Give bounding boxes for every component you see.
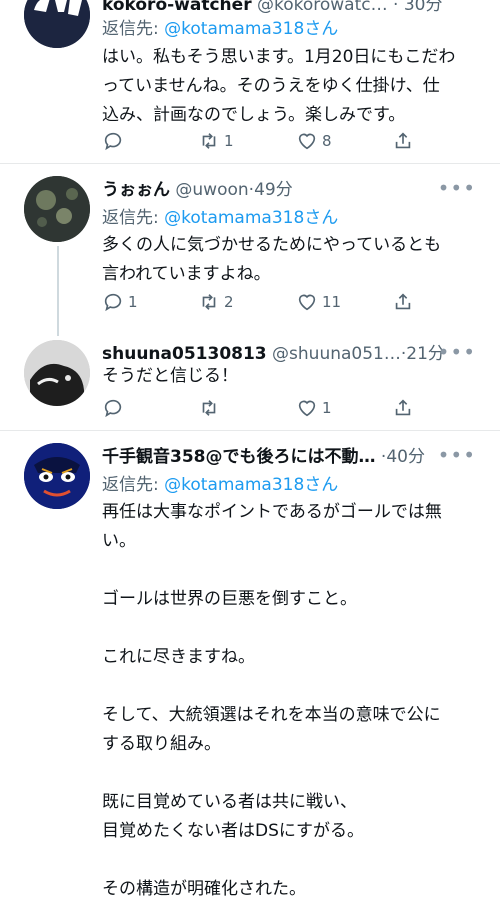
thread-connector-line (57, 246, 59, 336)
text-line: い。 (102, 531, 136, 551)
retweet-icon (202, 294, 216, 310)
text-line: 既に目覚めている者は共に戦い、 (102, 792, 357, 812)
share-button[interactable] (392, 288, 414, 316)
tweet-header: 千手観音358@でも後ろには不動… ·40分 (102, 442, 480, 467)
avatar[interactable] (24, 340, 90, 406)
text-line: する取り組み。 (102, 734, 221, 754)
text-line: っていませんね。そのうえをゆく仕掛け、仕 (102, 76, 440, 96)
share-icon (395, 293, 411, 310)
tweet-header: kokoro-watcher @kokorowatc… · 30分 (102, 0, 480, 15)
text-line: はい。私もそう思います。1月20日にもこだわ (102, 47, 456, 67)
retweet-icon (202, 133, 216, 149)
tweet-text: はい。私もそう思います。1月20日にもこだわ っていませんね。そのうえをゆく仕掛… (102, 43, 478, 130)
more-options-button[interactable]: ••• (438, 340, 476, 364)
reply-icon (104, 399, 122, 418)
avatar-fudo-image (24, 443, 90, 509)
text-line (102, 614, 478, 643)
user-handle[interactable]: @uwoon (175, 180, 248, 200)
user-handle[interactable]: @shuuna051… (272, 344, 401, 364)
reply-to: 返信先: @kotamama318さん (102, 203, 338, 228)
reply-to: 返信先: @kotamama318さん (102, 470, 338, 495)
reply-to-label: 返信先: (102, 208, 165, 228)
reply-icon (104, 293, 122, 312)
retweet-count: 2 (224, 293, 234, 311)
tweet-text: そうだと信じる！ (102, 362, 478, 391)
text-line: 再任は大事なポイントであるがゴールでは無 (102, 502, 442, 522)
tweet-header: shuuna05130813 @shuuna051…·21分 (102, 339, 480, 364)
reply-to-label: 返信先: (102, 475, 165, 495)
timestamp[interactable]: 40分 (386, 447, 425, 467)
display-name[interactable]: kokoro-watcher (102, 0, 252, 15)
share-button[interactable] (392, 394, 414, 422)
text-line (102, 846, 478, 875)
retweet-button[interactable] (198, 394, 224, 422)
reply-mention-link[interactable]: @kotamama318さん (164, 19, 338, 39)
like-button[interactable]: 8 (296, 127, 332, 155)
display-name[interactable]: うぉぉん (102, 180, 170, 200)
tweet-header: うぉぉん @uwoon·49分 (102, 175, 480, 200)
more-options-button[interactable]: ••• (438, 443, 476, 467)
share-icon (395, 132, 411, 149)
tweet-text: 再任は大事なポイントであるがゴールでは無 い。 ゴールは世界の巨悪を倒すこと。 … (102, 498, 478, 904)
text-line: 目覚めたくない者はDSにすがる。 (102, 821, 365, 841)
tweet-4[interactable]: 千手観音358@でも後ろには不動… ·40分 ••• 返信先: @kotamam… (0, 431, 500, 899)
reply-button[interactable] (102, 127, 128, 155)
text-line: その構造が明確化された。 (102, 879, 306, 899)
user-handle[interactable]: @kokorowatc… (257, 0, 388, 15)
timestamp[interactable]: 30分 (404, 0, 443, 15)
avatar-cat-image (24, 340, 90, 406)
like-button[interactable]: 11 (296, 288, 341, 316)
like-button[interactable]: 1 (296, 394, 332, 422)
reply-button[interactable] (102, 394, 128, 422)
tweet-text: 多くの人に気づかせるためにやっているとも 言われていますよね。 (102, 231, 478, 289)
text-line (102, 759, 478, 788)
text-line: これに尽きますね。 (102, 647, 255, 667)
retweet-count: 1 (224, 132, 234, 150)
text-line: ゴールは世界の巨悪を倒すこと。 (102, 589, 357, 609)
avatar-logo-image (24, 0, 90, 48)
tweet-actions: 1 8 (102, 127, 432, 155)
text-line: 込み、計画なのでしょう。楽しみです。 (102, 105, 406, 125)
avatar-water-image (24, 176, 90, 242)
heart-icon (298, 294, 316, 311)
reply-mention-link[interactable]: @kotamama318さん (164, 208, 338, 228)
timestamp[interactable]: 49分 (254, 180, 293, 200)
display-name[interactable]: shuuna05130813 (102, 344, 267, 364)
reply-to-label: 返信先: (102, 19, 165, 39)
like-count: 1 (322, 399, 332, 417)
share-button[interactable] (392, 127, 414, 155)
display-name[interactable]: 千手観音358@でも後ろには不動… (102, 447, 376, 467)
text-line: 言われていますよね。 (102, 264, 271, 284)
retweet-button[interactable]: 1 (198, 127, 234, 155)
heart-icon (298, 133, 316, 150)
more-options-button[interactable]: ••• (438, 176, 476, 200)
reply-icon (104, 132, 122, 151)
reply-to: 返信先: @kotamama318さん (102, 14, 338, 39)
tweet-1[interactable]: kokoro-watcher @kokorowatc… · 30分 返信先: @… (0, 0, 500, 162)
tweet-3[interactable]: shuuna05130813 @shuuna051…·21分 ••• そうだと信… (0, 330, 500, 430)
retweet-button[interactable]: 2 (198, 288, 234, 316)
like-count: 8 (322, 132, 332, 150)
tweet-2[interactable]: うぉぉん @uwoon·49分 ••• 返信先: @kotamama318さん … (0, 164, 500, 330)
text-line: そして、大統領選はそれを本当の意味で公に (102, 705, 441, 725)
avatar[interactable] (24, 176, 90, 242)
separator: · (393, 0, 399, 15)
like-count: 11 (322, 293, 342, 311)
tweet-actions: 1 2 11 (102, 288, 432, 316)
tweet-actions: 1 (102, 394, 432, 422)
reply-button[interactable]: 1 (102, 288, 138, 316)
text-line: そうだと信じる！ (102, 366, 238, 386)
avatar[interactable] (24, 0, 90, 48)
text-line (102, 556, 478, 585)
avatar[interactable] (24, 443, 90, 509)
reply-count: 1 (128, 293, 138, 311)
share-icon (395, 399, 411, 416)
text-line: 多くの人に気づかせるためにやっているとも (102, 235, 442, 255)
text-line (102, 672, 478, 701)
heart-icon (298, 400, 316, 417)
retweet-icon (202, 400, 216, 416)
reply-mention-link[interactable]: @kotamama318さん (164, 475, 338, 495)
